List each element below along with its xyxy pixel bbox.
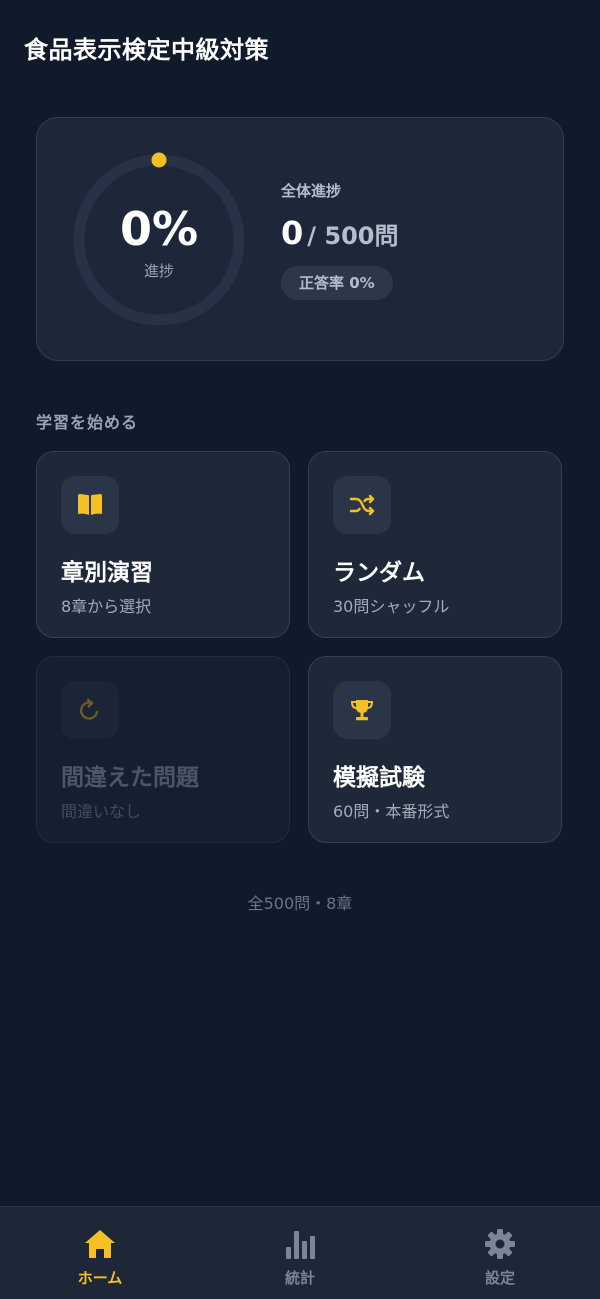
- mock-exam-title: 模擬試験: [333, 765, 425, 791]
- random-practice-icon-box: [333, 476, 391, 534]
- mistakes-review-subtitle: 間違いなし: [61, 802, 142, 821]
- chapter-practice-card[interactable]: 章別演習 8章から選択: [36, 451, 290, 638]
- shuffle-icon: [349, 494, 375, 516]
- tab-stats-label: 統計: [284, 1269, 315, 1287]
- mock-exam-card[interactable]: 模擬試験 60問・本番形式: [308, 656, 562, 843]
- tab-settings-label: 設定: [484, 1269, 515, 1287]
- chapter-practice-icon-box: [61, 476, 119, 534]
- section-heading: 学習を始める: [36, 413, 139, 432]
- tab-settings[interactable]: 設定: [400, 1207, 600, 1299]
- mock-exam-subtitle: 60問・本番形式: [333, 802, 450, 821]
- gear-icon: [485, 1229, 515, 1259]
- app-title: 食品表示検定中級対策: [24, 36, 269, 64]
- tab-stats[interactable]: 統計: [200, 1207, 400, 1299]
- overall-progress-label: 全体進捗: [281, 182, 342, 200]
- mistakes-review-title: 間違えた問題: [61, 765, 199, 791]
- mistakes-review-card: 間違えた問題 間違いなし: [36, 656, 290, 843]
- chapter-practice-title: 章別演習: [61, 560, 153, 586]
- mistakes-review-icon-box: [61, 681, 119, 739]
- progress-card: 0% 進捗 全体進捗 0/ 500問 正答率 0%: [36, 117, 564, 361]
- chapter-practice-subtitle: 8章から選択: [61, 597, 152, 616]
- progress-percent: 0%: [119, 202, 199, 256]
- progress-ring-indicator: [151, 152, 167, 168]
- bottom-tab-bar: ホーム 統計 設定: [0, 1206, 600, 1299]
- random-practice-card[interactable]: ランダム 30問シャッフル: [308, 451, 562, 638]
- random-practice-title: ランダム: [333, 560, 425, 586]
- book-icon: [78, 494, 102, 515]
- answered-count: 0: [281, 214, 304, 252]
- progress-ring-label: 進捗: [143, 262, 174, 280]
- tab-home-label: ホーム: [77, 1269, 123, 1287]
- accuracy-badge: 正答率 0%: [281, 266, 393, 300]
- mock-exam-icon-box: [333, 681, 391, 739]
- total-count: / 500問: [307, 222, 399, 250]
- random-practice-subtitle: 30問シャッフル: [333, 597, 450, 616]
- bar-chart-icon: [286, 1231, 315, 1259]
- tab-home[interactable]: ホーム: [0, 1207, 200, 1299]
- home-icon: [85, 1230, 115, 1258]
- retry-icon: [79, 698, 99, 720]
- overall-progress-count: 0/ 500問: [281, 214, 398, 252]
- trophy-icon: [350, 700, 374, 721]
- question-summary: 全500問・8章: [247, 894, 353, 913]
